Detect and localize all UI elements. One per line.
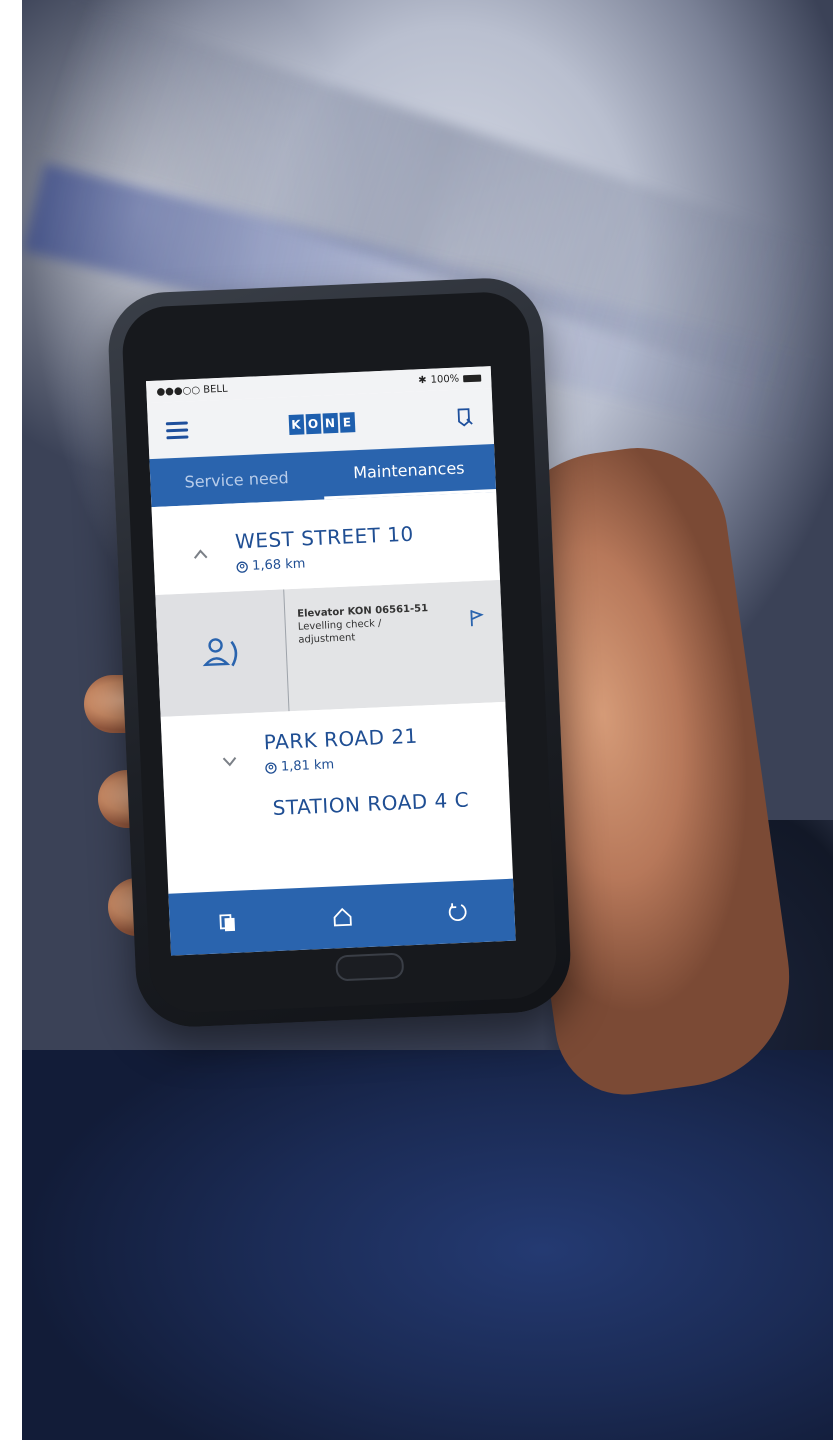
location-distance: 1,68 km (236, 556, 306, 574)
phone-screen: ●●●○○ BELL ✱ 100% K O N E Service need M… (145, 366, 516, 956)
equipment-info: Elevator KON 06561-51 Levelling check / … (284, 580, 505, 711)
menu-icon[interactable] (165, 420, 189, 439)
logo-letter: K (288, 414, 304, 435)
location-title: PARK ROAD 21 (263, 723, 419, 755)
carrier-label: ●●●○○ BELL (156, 383, 228, 398)
location-title: WEST STREET 10 (234, 521, 415, 554)
status-right: ✱ 100% (417, 372, 482, 386)
jacket-sleeve (22, 1050, 833, 1440)
phone-home-button[interactable] (335, 952, 405, 982)
location-item-west-street[interactable]: WEST STREET 10 1,68 km (151, 492, 500, 595)
documents-icon[interactable] (216, 911, 239, 934)
logo-letter: O (305, 413, 321, 435)
home-icon[interactable] (331, 906, 354, 929)
equipment-icon-cell[interactable] (155, 589, 290, 717)
battery-icon (463, 374, 482, 382)
equipment-row[interactable]: Elevator KON 06561-51 Levelling check / … (155, 579, 506, 717)
technician-call-icon (202, 638, 238, 667)
location-pin-icon (236, 561, 248, 573)
flag-icon[interactable] (469, 609, 484, 628)
refresh-icon[interactable] (445, 901, 468, 924)
location-distance: 1,81 km (265, 757, 335, 775)
equipment-task: Levelling check / adjustment (297, 618, 382, 646)
tab-maintenances[interactable]: Maintenances (321, 444, 497, 500)
chevron-down-icon[interactable] (222, 754, 237, 769)
logo-letter: N (322, 412, 338, 434)
report-icon[interactable] (454, 407, 475, 428)
bluetooth-icon: ✱ (417, 374, 427, 386)
kone-logo: K O N E (288, 412, 355, 435)
location-title: STATION ROAD 4 C (272, 787, 470, 821)
distance-value: 1,81 km (280, 757, 335, 775)
logo-letter: E (339, 412, 355, 433)
chevron-up-icon[interactable] (193, 547, 208, 562)
location-item-park-road[interactable]: PARK ROAD 21 1,81 km (160, 701, 509, 797)
distance-value: 1,68 km (251, 556, 306, 574)
battery-label: 100% (430, 373, 460, 386)
location-pin-icon (265, 761, 277, 774)
smartphone: ●●●○○ BELL ✱ 100% K O N E Service need M… (106, 275, 573, 1030)
tab-service-need[interactable]: Service need (149, 452, 323, 507)
